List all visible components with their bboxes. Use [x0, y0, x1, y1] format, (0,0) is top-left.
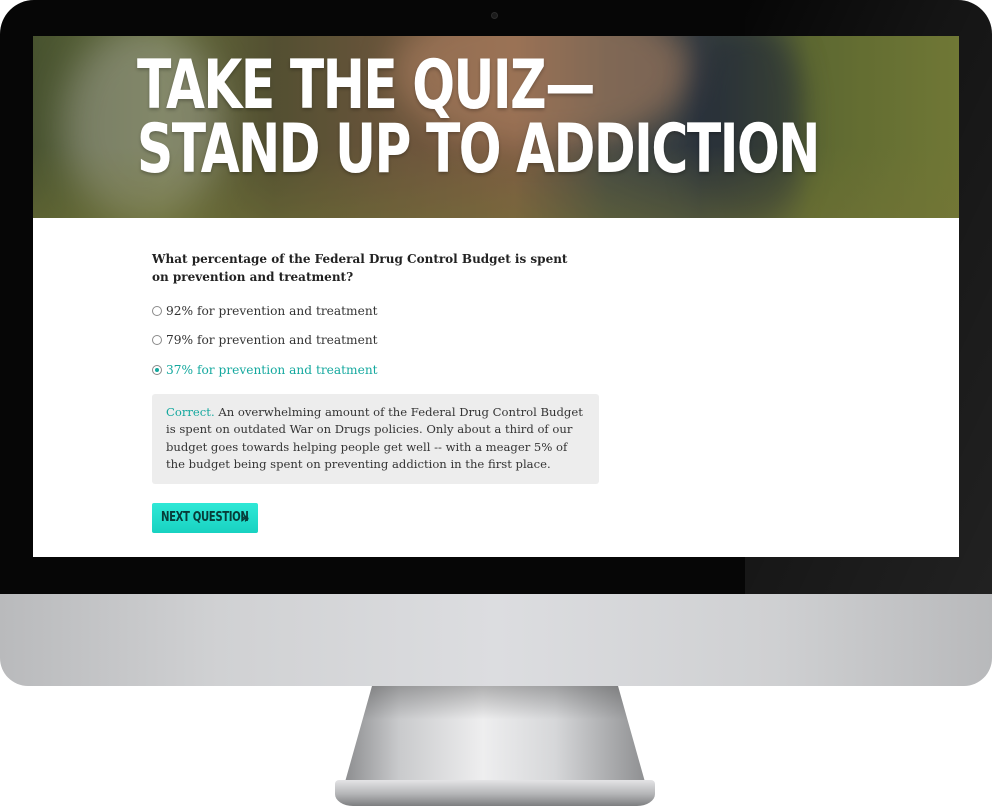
radio-button[interactable] [152, 305, 162, 316]
radio-button[interactable] [152, 335, 162, 346]
answer-label: 92% for prevention and treatment [166, 303, 378, 318]
question-text: What percentage of the Federal Drug Cont… [152, 252, 568, 284]
answer-label: 79% for prevention and treatment [166, 333, 378, 348]
hero-title-line1: TAKE THE QUIZ— [137, 46, 596, 125]
monitor-bezel: TAKE THE QUIZ— STAND UP TO ADDICTION Wha… [0, 0, 992, 594]
feedback-text: An overwhelming amount of the Federal Dr… [166, 404, 583, 472]
monitor-chin [0, 594, 992, 686]
quiz-panel: What percentage of the Federal Drug Cont… [152, 250, 599, 533]
hero-title: TAKE THE QUIZ— STAND UP TO ADDICTION [137, 46, 820, 189]
answer-options: 92% for prevention and treatment 79% for… [152, 296, 599, 385]
feedback-status: Correct. [166, 404, 215, 419]
answer-feedback: Correct. An overwhelming amount of the F… [152, 393, 599, 484]
next-question-label: NEXT QUESTION [161, 510, 249, 526]
answer-option-79[interactable]: 79% for prevention and treatment [152, 326, 599, 356]
screen: TAKE THE QUIZ— STAND UP TO ADDICTION Wha… [33, 36, 959, 557]
radio-button-selected[interactable] [152, 364, 162, 375]
monitor-stand-shadow [345, 686, 645, 782]
answer-label: 37% for prevention and treatment [166, 362, 378, 377]
answer-option-92[interactable]: 92% for prevention and treatment [152, 296, 599, 326]
hero-title-line2: STAND UP TO ADDICTION [137, 110, 820, 189]
hero-banner: TAKE THE QUIZ— STAND UP TO ADDICTION [33, 36, 959, 218]
next-question-button[interactable]: NEXT QUESTION » [152, 502, 259, 533]
answer-option-37[interactable]: 37% for prevention and treatment [152, 355, 599, 385]
camera-icon [491, 12, 498, 19]
monitor-stand-foot [335, 780, 655, 806]
